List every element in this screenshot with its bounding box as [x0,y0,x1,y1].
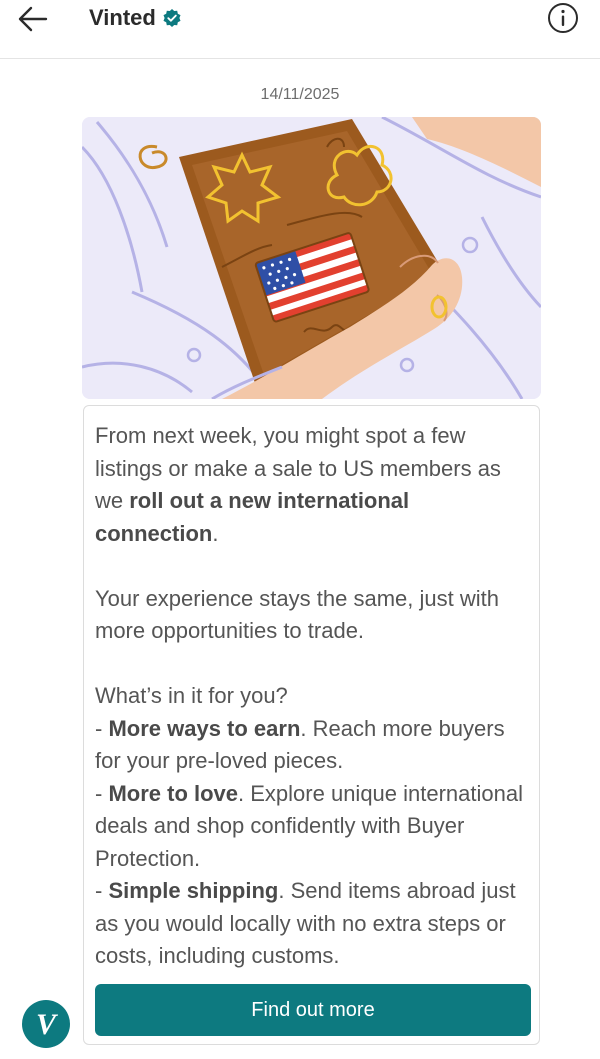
text-run: - [95,715,109,741]
conversation-header: Vinted [0,0,600,59]
text-run: - [95,780,109,806]
text-run: - [95,878,109,903]
find-out-more-button[interactable]: Find out more [95,984,531,1036]
verified-badge-icon [163,9,181,27]
message-date: 14/11/2025 [260,86,340,103]
paragraph-intro: From next week, you might spot a few lis… [95,420,535,550]
paragraph-experience: Your experience stays the same, just wit… [95,585,499,644]
arrow-left-icon [18,6,48,32]
vinted-logo-icon: V [36,1008,59,1041]
conversation-title: Vinted [89,4,182,32]
benefit-item-shipping: - Simple shipping. Send items abroad jus… [95,875,535,973]
benefit-item-earn: - More ways to earn. Reach more buyers f… [95,713,535,778]
avatar-letter: V [36,1008,59,1041]
text-bold: Simple shipping [108,878,279,903]
package-illustration [82,117,541,399]
info-icon [548,3,578,33]
text-run: . [212,520,219,546]
info-button[interactable] [547,2,579,34]
text-bold: roll out a new international connection [95,488,410,546]
back-button[interactable] [16,4,50,34]
benefit-item-love: - More to love. Explore unique internati… [95,778,535,876]
text-bold: More ways to earn [108,715,301,741]
sender-avatar[interactable]: V [22,1000,70,1048]
text-bold: More to love [108,780,239,806]
message-body: From next week, you might spot a few lis… [95,420,535,973]
sender-name: Vinted [89,5,156,30]
message-card: From next week, you might spot a few lis… [83,405,540,1045]
message-illustration [82,117,541,399]
paragraph-heading: What’s in it for you? [95,683,288,708]
